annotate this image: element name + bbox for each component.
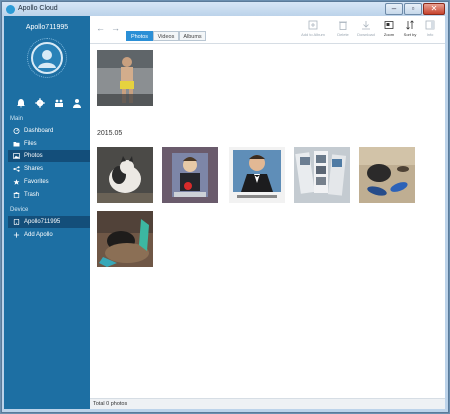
maximize-button[interactable]: ▫	[404, 3, 422, 15]
zoom-icon	[384, 21, 394, 29]
download-icon	[362, 21, 370, 30]
tool-label: Info	[426, 32, 434, 37]
delete-icon	[339, 21, 347, 30]
add-to-album-button[interactable]: Add to Album	[300, 20, 326, 42]
toolbar: ← → Photos Videos Albums Add to Album De…	[90, 16, 445, 44]
sidebar-item-label: Dashboard	[24, 128, 54, 134]
sidebar-item-label: Add Apollo	[24, 232, 53, 238]
sidebar-item-shares[interactable]: Shares	[10, 163, 90, 175]
forward-button[interactable]: →	[111, 23, 120, 33]
minimize-button[interactable]: –	[385, 3, 403, 15]
sidebar-item-device[interactable]: Apollo711995	[8, 216, 90, 228]
section-main-label: Main	[10, 116, 24, 122]
photo-thumbnail[interactable]	[229, 147, 285, 203]
main-content: ← → Photos Videos Albums Add to Album De…	[90, 16, 445, 409]
trash-icon	[13, 192, 20, 198]
group-date-label: 2015.05	[97, 130, 123, 137]
info-icon	[425, 20, 435, 30]
device-icon	[13, 219, 20, 225]
sidebar-item-label: Trash	[24, 192, 40, 198]
photo-thumbnail[interactable]	[97, 147, 153, 203]
avatar[interactable]	[31, 42, 63, 74]
family-users-icon[interactable]	[54, 98, 64, 108]
tab-photos[interactable]: Photos	[126, 31, 153, 41]
photo-thumbnail[interactable]	[359, 147, 415, 203]
photo-yearbook-portrait	[162, 147, 218, 203]
photo-cat	[97, 147, 153, 203]
photos-icon	[13, 153, 20, 159]
sidebar-item-add-apollo[interactable]: Add Apollo	[10, 229, 90, 241]
shares-icon	[13, 166, 20, 172]
tool-label: Add to Album	[301, 32, 325, 37]
plus-icon	[13, 232, 20, 238]
status-bar: Total 0 photos	[90, 398, 445, 409]
tab-videos[interactable]: Videos	[153, 31, 179, 41]
sidebar-item-label: Photos	[24, 153, 43, 159]
photo-thumbnail[interactable]	[97, 211, 153, 267]
sidebar-item-label: Shares	[24, 166, 44, 172]
photo-gym-selfie	[97, 50, 153, 106]
sidebar-item-trash[interactable]: Trash	[10, 189, 90, 201]
info-button[interactable]: Info	[417, 20, 443, 42]
sidebar: Apollo711995 Main Dashboard Files Photos…	[4, 16, 90, 409]
sidebar-item-files[interactable]: Files	[10, 138, 90, 150]
sort-icon	[406, 20, 414, 30]
dashboard-icon	[13, 128, 20, 134]
photo-tuxedo-portrait	[229, 147, 285, 203]
window-title: Apollo Cloud	[18, 5, 58, 12]
settings-gear-icon[interactable]	[35, 98, 45, 108]
photo-dog-bed	[97, 211, 153, 267]
sidebar-item-label: Apollo711995	[24, 219, 61, 225]
add-to-album-icon	[308, 20, 318, 30]
section-device-label: Device	[10, 207, 29, 213]
files-icon	[13, 142, 20, 147]
status-text: Total 0 photos	[93, 401, 128, 407]
photo-thumbnail[interactable]	[97, 50, 153, 106]
back-button[interactable]: ←	[96, 23, 105, 33]
close-button[interactable]: ✕	[423, 3, 445, 15]
user-silhouette-icon	[38, 50, 56, 68]
sidebar-item-label: Files	[24, 141, 37, 147]
favorites-icon	[13, 179, 20, 185]
sidebar-item-dashboard[interactable]: Dashboard	[10, 125, 90, 137]
sidebar-username: Apollo711995	[25, 24, 69, 31]
sidebar-item-favorites[interactable]: Favorites	[10, 176, 90, 188]
sidebar-item-label: Favorites	[24, 179, 49, 185]
photo-thumbnail[interactable]	[294, 147, 350, 203]
tab-albums[interactable]: Albums	[179, 31, 206, 41]
app-logo-icon	[6, 5, 15, 14]
sidebar-item-photos[interactable]: Photos	[8, 150, 90, 162]
account-user-icon[interactable]	[72, 98, 82, 108]
photo-thumbnail[interactable]	[162, 147, 218, 203]
photo-photobooth-strips	[294, 147, 350, 203]
photo-floor-shoes	[359, 147, 415, 203]
notification-bell-icon[interactable]	[16, 98, 26, 108]
